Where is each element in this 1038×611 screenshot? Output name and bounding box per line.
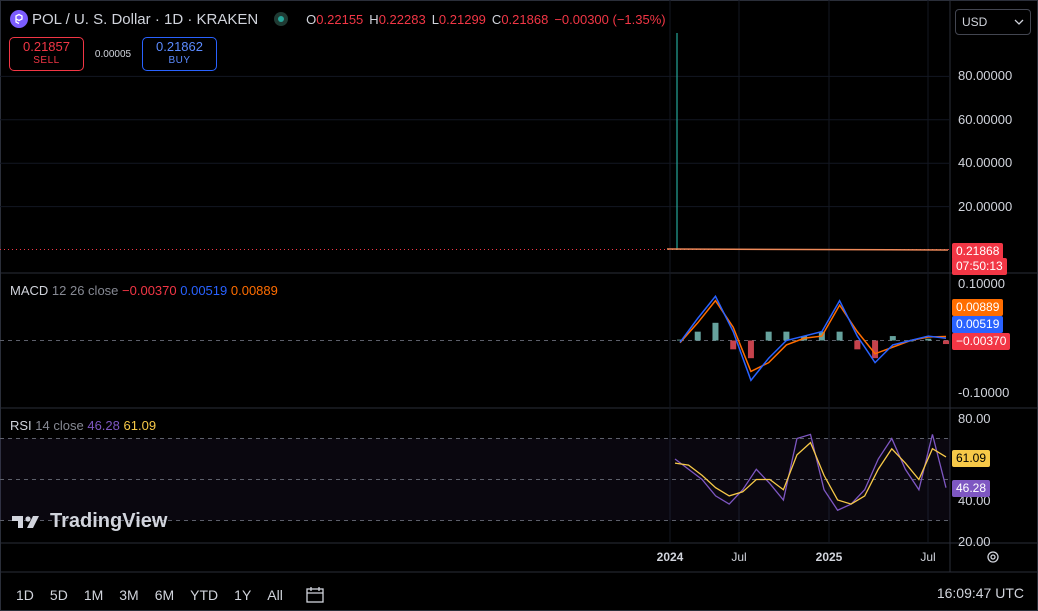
timeframe-1m[interactable]: 1M	[84, 587, 103, 603]
macd-histogram-bar	[747, 340, 754, 359]
price-series-line	[666, 248, 949, 251]
time-tick-2025: 2025	[815, 550, 843, 564]
macd-histogram-bar	[836, 331, 843, 341]
sell-label: SELL	[33, 55, 60, 66]
price-tick-40: 40.00000	[958, 155, 1013, 170]
price-tick-60: 60.00000	[958, 112, 1013, 127]
timeframe-all[interactable]: All	[267, 587, 283, 603]
market-open-icon	[274, 12, 289, 26]
rsi-legend[interactable]: RSI 14 close 46.28 61.09	[10, 418, 156, 433]
currency-select[interactable]: USD	[955, 9, 1031, 35]
trade-panel: 0.21857 SELL 0.00005 0.21862 BUY	[9, 37, 217, 71]
macd-histogram-bar	[694, 331, 701, 341]
symbol-title[interactable]: POL / U. S. Dollar · 1D · KRAKEN	[32, 11, 258, 28]
macd-tick-high: 0.10000	[958, 276, 1005, 291]
chevron-down-icon	[1014, 19, 1024, 25]
sell-button[interactable]: 0.21857 SELL	[9, 37, 84, 71]
tradingview-logo-text: TradingView	[50, 510, 168, 532]
rsi-value-tag: 46.28	[952, 480, 991, 497]
symbol-header: POL / U. S. Dollar · 1D · KRAKEN O0.2215…	[10, 10, 666, 28]
macd-histogram-bar	[712, 322, 719, 341]
bar-countdown-tag: 07:50:13	[952, 258, 1007, 275]
buy-price: 0.21862	[156, 39, 203, 54]
rsi-tick-20: 20.00	[958, 534, 991, 549]
timeframe-6m[interactable]: 6M	[155, 587, 174, 603]
tradingview-logo-icon	[12, 515, 39, 528]
price-tick-80: 80.00000	[958, 68, 1013, 83]
rsi-ma-tag: 61.09	[952, 450, 991, 467]
macd-histogram-bar	[943, 340, 949, 345]
buy-label: BUY	[168, 55, 191, 66]
time-tick-jul-2025: Jul	[920, 550, 936, 564]
macd-histogram-bar	[889, 336, 896, 341]
macd-legend[interactable]: MACD 12 26 close −0.00370 0.00519 0.0088…	[10, 283, 278, 298]
buy-button[interactable]: 0.21862 BUY	[142, 37, 217, 71]
utc-clock[interactable]: 16:09:47 UTC	[937, 585, 1024, 601]
bottom-toolbar: 1D 5D 1M 3M 6M YTD 1Y All 16:09:47 UTC	[0, 580, 1038, 610]
date-range-icon[interactable]	[305, 586, 325, 604]
sell-price: 0.21857	[23, 39, 70, 54]
price-tick-20: 20.00000	[958, 199, 1013, 214]
macd-histogram-bar	[783, 331, 790, 341]
timeframe-3m[interactable]: 3M	[119, 587, 138, 603]
macd-hist-tag: −0.00370	[952, 333, 1011, 350]
macd-tick-low: -0.10000	[958, 385, 1010, 400]
macd-line	[679, 294, 947, 382]
currency-label: USD	[962, 15, 988, 29]
timeframe-1y[interactable]: 1Y	[234, 587, 251, 603]
polygon-logo-icon	[10, 10, 28, 28]
ohlc-values: O0.22155 H0.22283 L0.21299 C0.21868 −0.0…	[306, 11, 666, 27]
macd-histogram-bar	[854, 340, 861, 350]
timeframe-5d[interactable]: 5D	[50, 587, 68, 603]
timeframe-ytd[interactable]: YTD	[190, 587, 218, 603]
macd-histogram-bar	[730, 340, 737, 350]
macd-signal-tag: 0.00889	[952, 299, 1004, 316]
macd-histogram-bar	[765, 331, 772, 341]
spread-value: 0.00005	[94, 48, 132, 60]
time-tick-2024: 2024	[656, 550, 684, 564]
time-tick-jul-2024: Jul	[731, 550, 747, 564]
macd-signal-line	[679, 299, 947, 373]
gear-icon[interactable]	[986, 550, 1000, 564]
timeframe-1d[interactable]: 1D	[16, 587, 34, 603]
macd-histogram-bar	[872, 340, 879, 359]
tradingview-logo[interactable]: TradingView	[12, 510, 167, 533]
rsi-tick-80: 80.00	[958, 411, 991, 426]
macd-line-tag: 0.00519	[952, 316, 1004, 333]
macd-histogram-bar	[925, 338, 932, 341]
